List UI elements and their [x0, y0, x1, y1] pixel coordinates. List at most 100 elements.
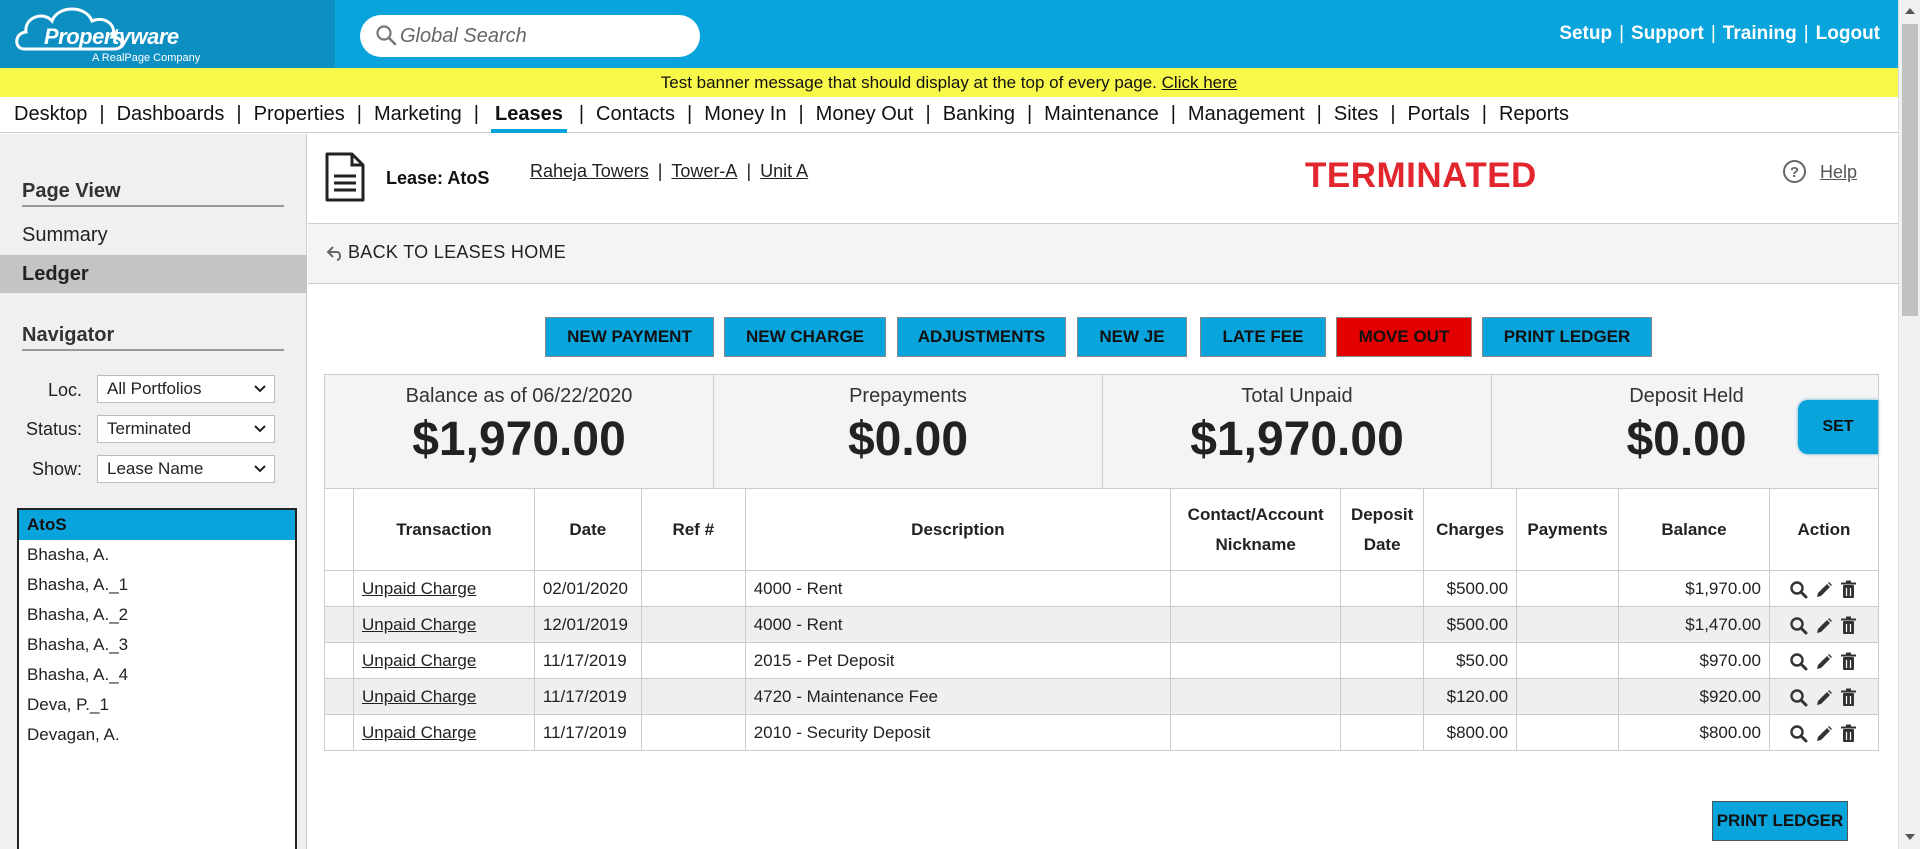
nav-maintenance[interactable]: Maintenance: [1044, 97, 1159, 131]
support-link[interactable]: Support: [1631, 23, 1704, 44]
column-header[interactable]: Contact/Account Nickname: [1170, 488, 1342, 571]
column-header[interactable]: Ref #: [640, 488, 746, 571]
breadcrumb-property[interactable]: Raheja Towers: [530, 161, 649, 181]
print-ledger-bottom-button[interactable]: PRINT LEDGER: [1712, 801, 1848, 841]
separator: |: [1170, 103, 1176, 125]
location-select[interactable]: All Portfolios: [97, 375, 275, 403]
status-select[interactable]: Terminated: [97, 415, 275, 443]
pencil-icon[interactable]: [1814, 580, 1833, 599]
lease-title: Lease: AtoS: [386, 168, 490, 188]
search-icon[interactable]: [1789, 652, 1808, 671]
pencil-icon[interactable]: [1814, 616, 1833, 635]
column-header[interactable]: Balance: [1618, 488, 1770, 571]
search-icon[interactable]: [1789, 724, 1808, 743]
transaction-link[interactable]: Unpaid Charge: [362, 651, 476, 670]
transaction-link[interactable]: Unpaid Charge: [362, 579, 476, 598]
lease-list-item[interactable]: Deva, P._1: [19, 690, 295, 720]
charges-cell: $50.00: [1423, 642, 1518, 679]
nav-money-in[interactable]: Money In: [704, 97, 786, 131]
lease-list-item[interactable]: AtoS: [19, 510, 295, 540]
setup-link[interactable]: Setup: [1559, 23, 1612, 44]
search-icon[interactable]: [1789, 580, 1808, 599]
logo[interactable]: Propertyware A RealPage Company: [0, 0, 335, 68]
nav-contacts[interactable]: Contacts: [596, 97, 675, 131]
set-button[interactable]: SET: [1798, 400, 1878, 454]
nav-marketing[interactable]: Marketing: [374, 97, 462, 131]
column-header[interactable]: Charges: [1423, 488, 1518, 571]
nav-banking[interactable]: Banking: [943, 97, 1015, 131]
column-header[interactable]: Description: [744, 488, 1172, 571]
lease-list-item[interactable]: Bhasha, A._4: [19, 660, 295, 690]
payments-cell: [1516, 570, 1620, 607]
trash-icon[interactable]: [1839, 652, 1858, 671]
late-fee-button[interactable]: LATE FEE: [1200, 317, 1326, 357]
print-ledger-button[interactable]: PRINT LEDGER: [1482, 317, 1652, 357]
breadcrumb-unit[interactable]: Unit A: [760, 161, 808, 181]
column-header[interactable]: Deposit Date: [1340, 488, 1425, 571]
pencil-icon[interactable]: [1814, 688, 1833, 707]
scroll-down-icon[interactable]: [1904, 832, 1916, 842]
banner-link[interactable]: Click here: [1162, 73, 1238, 92]
scroll-up-icon[interactable]: [1904, 6, 1916, 16]
sidebar-item-summary[interactable]: Summary: [0, 216, 307, 254]
pencil-icon[interactable]: [1814, 724, 1833, 743]
lease-list-item[interactable]: Bhasha, A._2: [19, 600, 295, 630]
transaction-link[interactable]: Unpaid Charge: [362, 615, 476, 634]
show-select[interactable]: Lease Name: [97, 455, 275, 483]
summary-label: Balance as of 06/22/2020: [405, 385, 633, 407]
lease-header: Lease: AtoS Raheja Towers | Tower-A | Unit A…: [308, 134, 1898, 224]
nav-money-out[interactable]: Money Out: [816, 97, 914, 131]
lease-list-item[interactable]: Bhasha, A._3: [19, 630, 295, 660]
balance-cell: $920.00: [1618, 678, 1770, 715]
separator: |: [686, 103, 693, 125]
lease-list-item[interactable]: Bhasha, A.: [19, 540, 295, 570]
help-link[interactable]: Help: [1820, 162, 1857, 183]
breadcrumb-building[interactable]: Tower-A: [671, 161, 737, 181]
trash-icon[interactable]: [1839, 724, 1858, 743]
action-cell: [1768, 570, 1880, 607]
separator: |: [473, 103, 479, 125]
nav-properties[interactable]: Properties: [254, 97, 345, 131]
column-header[interactable]: Transaction: [352, 488, 535, 571]
deposit-date-cell: [1340, 714, 1425, 751]
scrollbar[interactable]: [1898, 0, 1920, 849]
column-header[interactable]: Payments: [1516, 488, 1620, 571]
search-icon[interactable]: [1789, 688, 1808, 707]
transaction-link[interactable]: Unpaid Charge: [362, 723, 476, 742]
location-filter-label: Loc.: [47, 380, 82, 400]
description-cell: 2010 - Security Deposit: [744, 714, 1172, 751]
new-charge-button[interactable]: NEW CHARGE: [724, 317, 886, 357]
lease-list-item[interactable]: Bhasha, A._1: [19, 570, 295, 600]
trash-icon[interactable]: [1839, 580, 1858, 599]
global-search-input[interactable]: [400, 20, 690, 52]
column-header[interactable]: Date: [533, 488, 642, 571]
lease-list-item[interactable]: Devagan, A.: [19, 720, 295, 750]
question-icon[interactable]: ?: [1782, 159, 1807, 184]
nav-reports[interactable]: Reports: [1499, 97, 1569, 131]
search-icon[interactable]: [1789, 616, 1808, 635]
description-cell: 4000 - Rent: [744, 606, 1172, 643]
trash-icon[interactable]: [1839, 616, 1858, 635]
trash-icon[interactable]: [1839, 688, 1858, 707]
scrollbar-thumb[interactable]: [1902, 24, 1918, 316]
breadcrumb: Raheja Towers | Tower-A | Unit A: [530, 161, 808, 182]
transaction-link[interactable]: Unpaid Charge: [362, 687, 476, 706]
nav-leases[interactable]: Leases: [491, 99, 567, 133]
lease-list[interactable]: AtoS Bhasha, A. Bhasha, A._1 Bhasha, A._…: [17, 508, 297, 849]
new-payment-button[interactable]: NEW PAYMENT: [545, 317, 714, 357]
logout-link[interactable]: Logout: [1816, 23, 1880, 44]
training-link[interactable]: Training: [1723, 23, 1797, 44]
new-je-button[interactable]: NEW JE: [1077, 317, 1187, 357]
main-content: Lease: AtoS Raheja Towers | Tower-A | Unit A…: [308, 134, 1898, 849]
nav-portals[interactable]: Portals: [1408, 97, 1470, 131]
nav-desktop[interactable]: Desktop: [14, 97, 87, 131]
back-to-leases-link[interactable]: BACK TO LEASES HOME: [348, 242, 566, 263]
nav-dashboards[interactable]: Dashboards: [117, 97, 225, 131]
ref-cell: [640, 714, 746, 751]
adjustments-button[interactable]: ADJUSTMENTS: [897, 317, 1066, 357]
pencil-icon[interactable]: [1814, 652, 1833, 671]
nav-sites[interactable]: Sites: [1334, 97, 1378, 131]
sidebar-item-ledger[interactable]: Ledger: [0, 255, 307, 293]
nav-management[interactable]: Management: [1188, 97, 1305, 131]
move-out-button[interactable]: MOVE OUT: [1336, 317, 1472, 357]
